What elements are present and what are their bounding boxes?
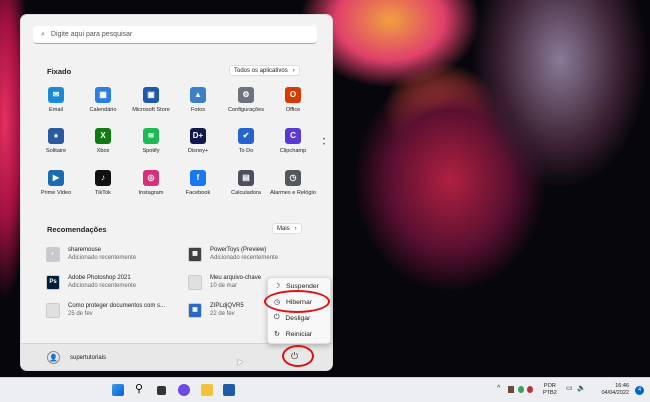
annotation-circle-hibernate: [264, 290, 330, 313]
recommended-title: Recomendações: [47, 225, 107, 234]
show-hidden-icons-button[interactable]: ^: [497, 385, 500, 392]
search-icon: ⚲: [135, 383, 144, 395]
file-icon: ▣: [188, 302, 202, 318]
recommended-item[interactable]: ◐ sharemouse Adicionado recentemente: [46, 246, 136, 262]
pinned-app[interactable]: D+ Disney+: [174, 128, 222, 155]
file-icon: [46, 302, 60, 318]
power-icon: ⏻: [274, 314, 280, 321]
pinned-app[interactable]: ◎ Instagram: [127, 170, 175, 197]
app-icon: ▶: [48, 170, 64, 186]
moon-icon: ☽: [274, 283, 281, 290]
app-icon: ≋: [143, 128, 159, 144]
search-input[interactable]: ⌕ Digite aqui para pesquisar: [33, 26, 317, 44]
pinned-title: Fixado: [47, 67, 72, 76]
pinned-app[interactable]: f Facebook: [174, 170, 222, 197]
pinned-app[interactable]: ✉ Email: [32, 87, 80, 114]
app-icon: C: [285, 128, 301, 144]
file-icon: Ps: [46, 274, 60, 290]
app-icon: X: [95, 128, 111, 144]
file-icon: ◐: [46, 246, 60, 262]
recommended-item[interactable]: Ps Adobe Photoshop 2021 Adicionado recente…: [46, 274, 136, 290]
task-view-button[interactable]: [157, 386, 166, 395]
app-icon: ✔: [238, 128, 254, 144]
app-icon: ⚙: [238, 87, 254, 103]
all-apps-button[interactable]: Todos os aplicativos ›: [229, 65, 300, 76]
chat-button[interactable]: [178, 384, 190, 396]
search-icon: ⌕: [41, 30, 45, 38]
start-button[interactable]: [112, 384, 124, 396]
app-icon: ◷: [285, 170, 301, 186]
recommended-item[interactable]: ▣ ZIPLdjQVR5 22 de fev: [188, 302, 244, 318]
more-button[interactable]: Mais ›: [272, 223, 302, 234]
tray-app-icon[interactable]: [527, 386, 533, 393]
restart-icon: ↻: [274, 331, 280, 338]
user-icon: 👤: [47, 351, 60, 364]
notification-badge[interactable]: 4: [635, 386, 644, 395]
pinned-app[interactable]: O Office: [269, 87, 317, 114]
chevron-right-icon: ›: [292, 67, 295, 74]
search-button[interactable]: ⚲: [135, 382, 147, 395]
pinned-app[interactable]: ≋ Spotify: [127, 128, 175, 155]
pinned-app[interactable]: C Clipchamp: [269, 128, 317, 155]
app-icon: ▤: [238, 170, 254, 186]
taskbar: ⚲ ^ POR PTB2 ▭ 🔈 16:46 04/04/2022 4: [0, 377, 650, 402]
pinned-app[interactable]: ▤ Calculadora: [222, 170, 270, 197]
chevron-right-icon: ›: [294, 225, 297, 232]
tray-app-icon[interactable]: [518, 386, 524, 393]
app-icon: ▦: [95, 87, 111, 103]
app-icon: O: [285, 87, 301, 103]
file-icon: ▦: [188, 246, 202, 262]
file-icon: [188, 274, 202, 290]
pinned-app[interactable]: ▶ Prime Video: [32, 170, 80, 197]
app-icon: ♪: [95, 170, 111, 186]
app-icon: ▲: [190, 87, 206, 103]
file-explorer-button[interactable]: [201, 384, 213, 396]
power-menu-item-reiniciar[interactable]: ↻ Reiniciar: [268, 326, 330, 342]
app-icon: ▣: [143, 87, 159, 103]
pinned-app[interactable]: ▦ Calendário: [79, 87, 127, 114]
pinned-app[interactable]: X Xbox: [79, 128, 127, 155]
pinned-app[interactable]: ✔ To Do: [222, 128, 270, 155]
pinned-app[interactable]: ▣ Microsoft Store: [127, 87, 175, 114]
app-icon: ♠: [48, 128, 64, 144]
pinned-app[interactable]: ♠ Solitaire: [32, 128, 80, 155]
volume-icon[interactable]: 🔈: [577, 385, 586, 392]
recommended-item[interactable]: Como proteger documentos com s... 25 de f…: [46, 302, 165, 318]
language-indicator[interactable]: POR PTB2: [543, 383, 557, 397]
recommended-item[interactable]: ▦ PowerToys (Preview) Adicionado recenteme…: [188, 246, 278, 262]
app-icon: D+: [190, 128, 206, 144]
app-icon: ◎: [143, 170, 159, 186]
store-button[interactable]: [223, 384, 235, 396]
mouse-cursor: ➤: [236, 357, 244, 367]
pinned-app[interactable]: ▲ Fotos: [174, 87, 222, 114]
clock[interactable]: 16:46 04/04/2022: [593, 383, 629, 397]
annotation-circle-power: [282, 345, 314, 367]
page-dots[interactable]: • •: [323, 137, 325, 148]
pinned-app[interactable]: ♪ TikTok: [79, 170, 127, 197]
network-icon[interactable]: ▭: [566, 385, 573, 392]
recommended-item[interactable]: Meu arquivo-chave 10 de mar: [188, 274, 261, 290]
tray-app-icon[interactable]: [508, 386, 514, 393]
app-icon: ✉: [48, 87, 64, 103]
pinned-app[interactable]: ⚙ Configurações: [222, 87, 270, 114]
app-icon: f: [190, 170, 206, 186]
pinned-app[interactable]: ◷ Alarmes e Relógio: [269, 170, 317, 197]
user-account-button[interactable]: 👤 supertutoriais: [47, 351, 106, 364]
